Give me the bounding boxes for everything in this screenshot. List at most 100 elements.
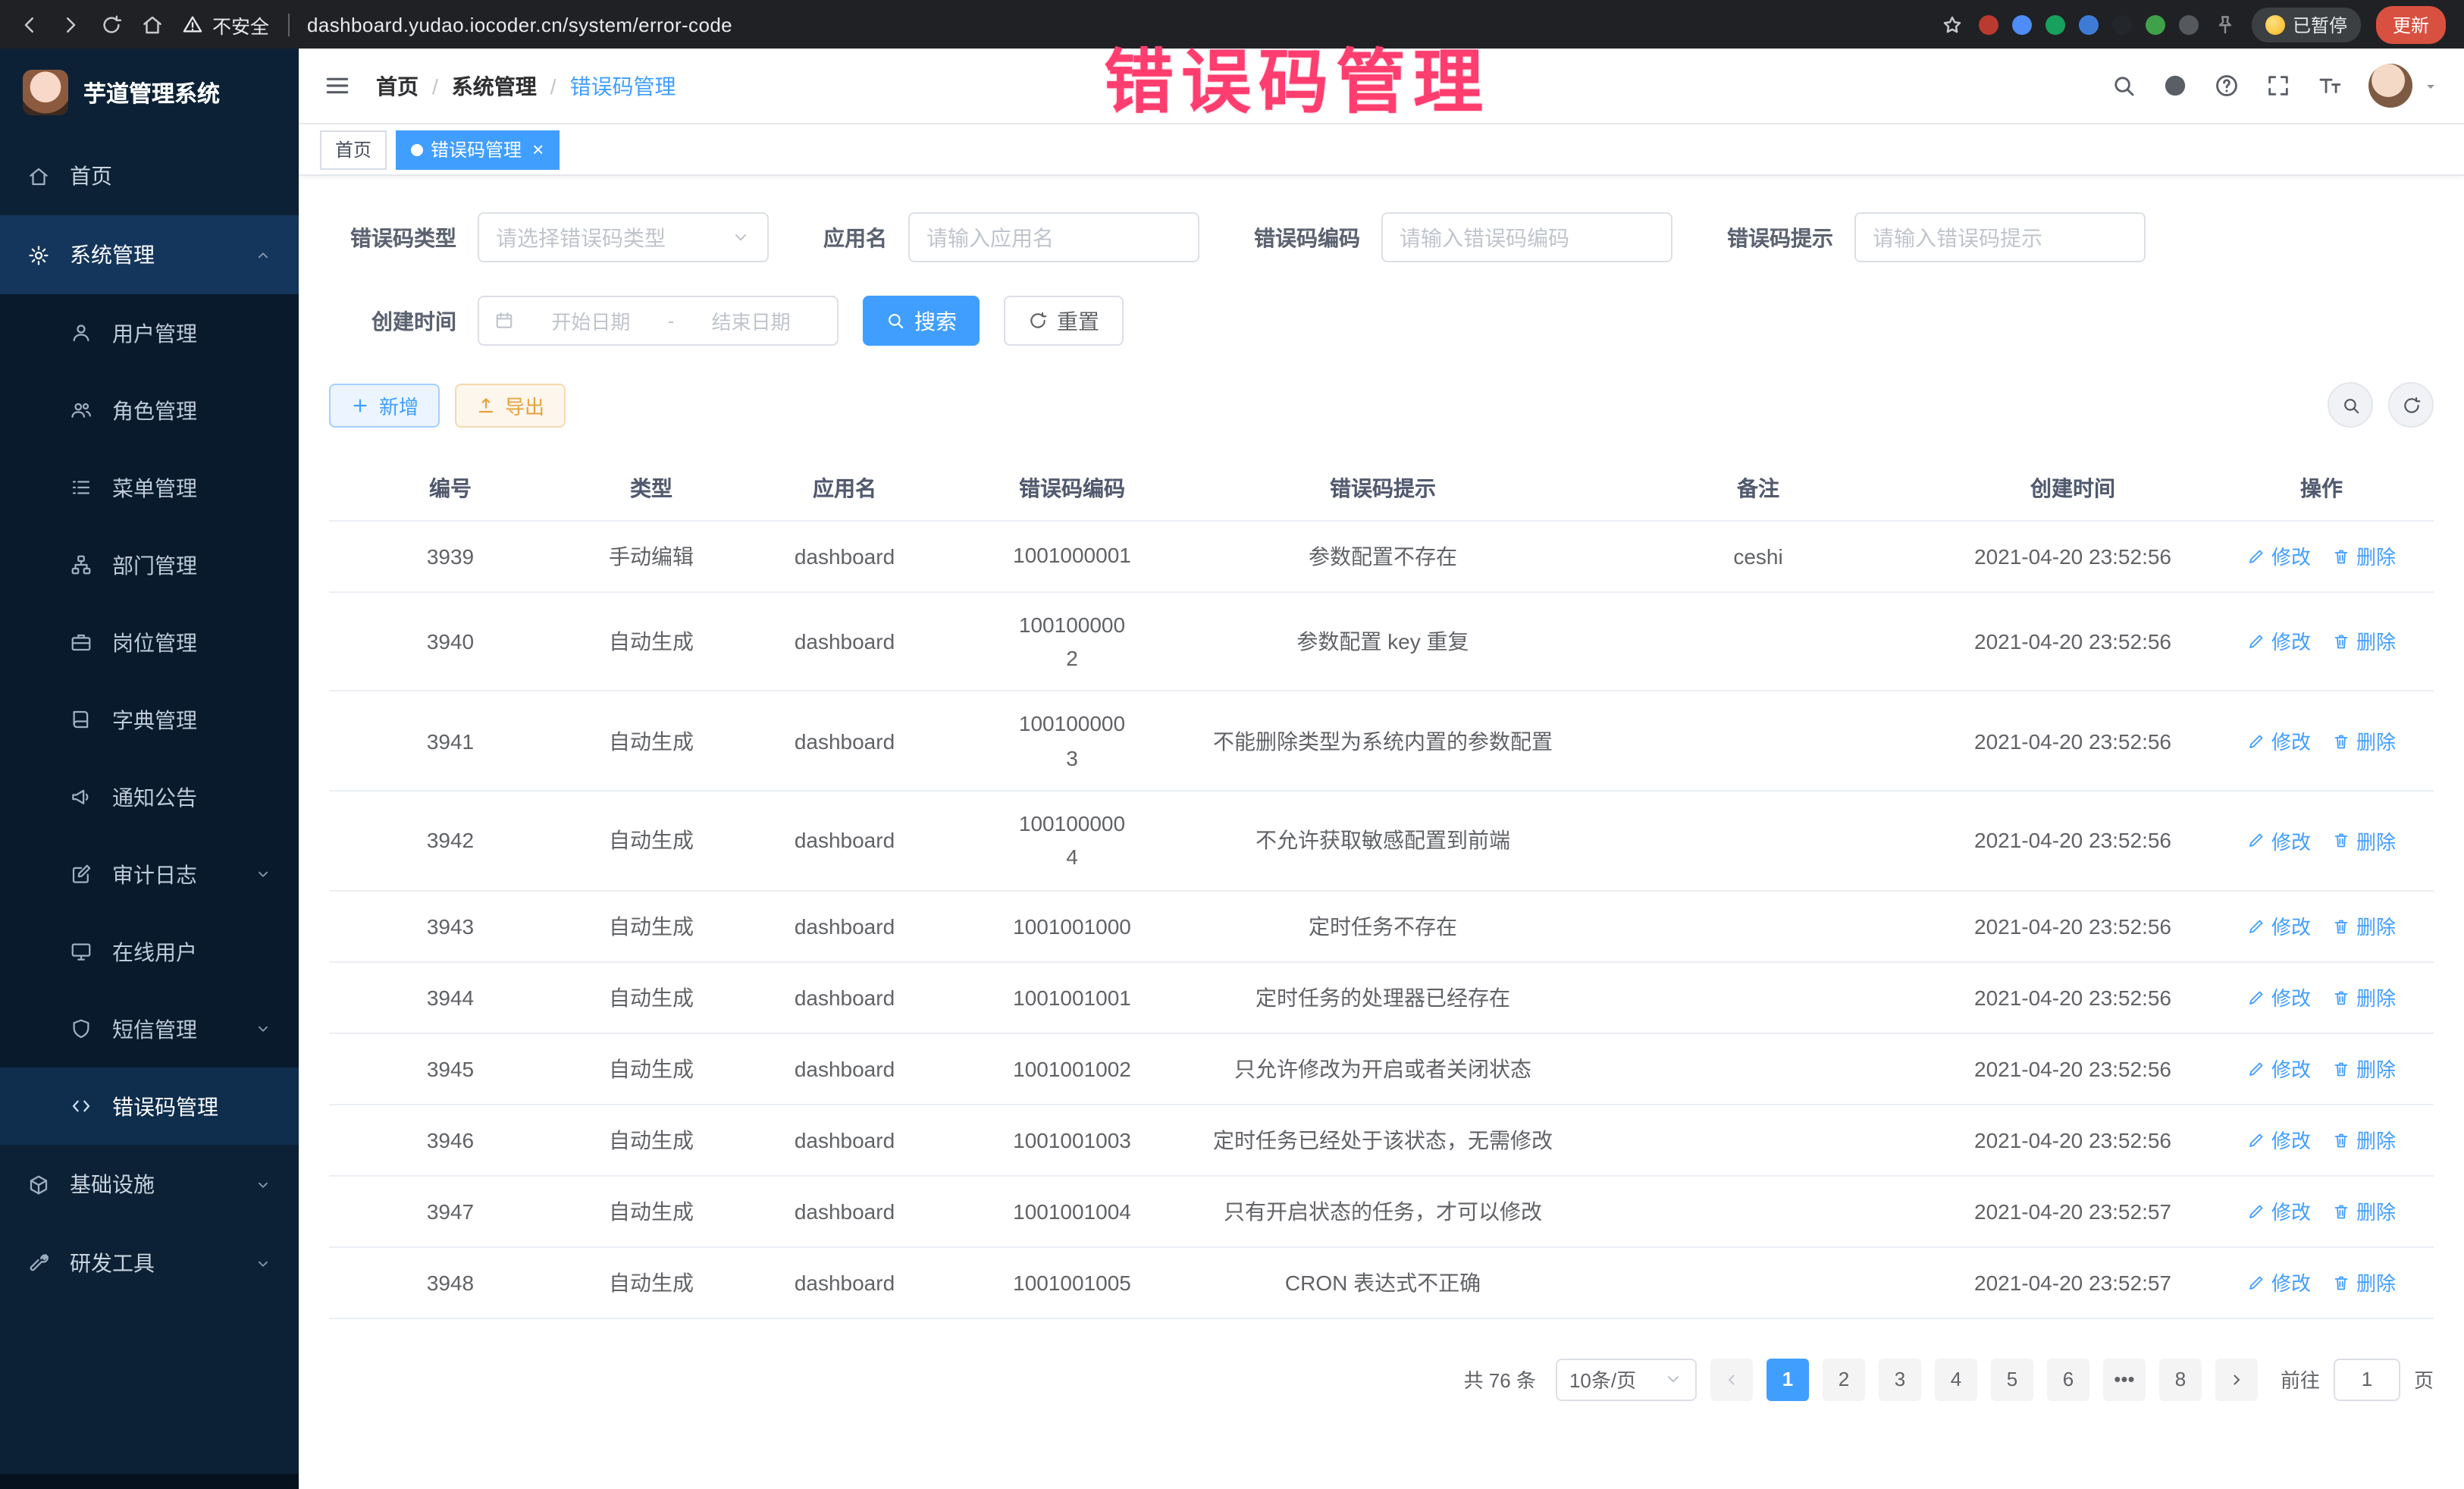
delete-link[interactable]: 删除 (2332, 1126, 2396, 1155)
search-icon[interactable] (2111, 73, 2136, 99)
delete-link[interactable]: 删除 (2332, 726, 2396, 755)
table-row: 3945自动生成dashboard1001001002只允许修改为开启或者关闭状… (329, 1033, 2434, 1105)
sidebar-item-depts[interactable]: 部门管理 (0, 526, 299, 603)
sidebar-item-error-codes[interactable]: 错误码管理 (0, 1067, 299, 1145)
delete-link[interactable]: 删除 (2332, 627, 2396, 656)
page-button-•••[interactable]: ••• (2103, 1359, 2146, 1401)
fullscreen-icon[interactable] (2265, 73, 2291, 99)
app-name-input[interactable] (908, 212, 1199, 262)
help-icon[interactable] (2214, 73, 2240, 99)
sidebar-item-home[interactable]: 首页 (0, 136, 299, 215)
prev-page-button[interactable] (1710, 1359, 1753, 1401)
sidebar-item-online-users[interactable]: 在线用户 (0, 913, 299, 990)
breadcrumb-home[interactable]: 首页 (376, 71, 419, 101)
sidebar-item-posts[interactable]: 岗位管理 (0, 603, 299, 681)
search-button[interactable]: 搜索 (863, 296, 980, 346)
sidebar-item-roles[interactable]: 角色管理 (0, 371, 299, 449)
pencil-icon (2247, 1202, 2265, 1221)
browser-home-icon[interactable] (141, 13, 164, 36)
edit-link[interactable]: 修改 (2247, 826, 2311, 855)
sidebar-item-dicts[interactable]: 字典管理 (0, 681, 299, 758)
pin-icon[interactable] (2214, 13, 2237, 36)
security-indicator[interactable]: 不安全 (182, 10, 269, 39)
edit-link[interactable]: 修改 (2247, 726, 2311, 755)
extension-icon[interactable] (2079, 14, 2099, 34)
page-button-2[interactable]: 2 (1823, 1359, 1865, 1401)
delete-link[interactable]: 删除 (2332, 1197, 2396, 1226)
cell-remark (1580, 791, 1936, 891)
breadcrumb-separator: / (432, 74, 438, 98)
update-button[interactable]: 更新 (2376, 5, 2446, 43)
edit-link[interactable]: 修改 (2247, 983, 2311, 1012)
sidebar-item-dev-tools[interactable]: 研发工具 (0, 1224, 299, 1302)
extension-icon[interactable] (2045, 14, 2065, 34)
font-size-icon[interactable] (2317, 73, 2343, 99)
export-button[interactable]: 导出 (455, 383, 566, 427)
cell-actions: 修改删除 (2209, 591, 2434, 691)
back-icon[interactable] (18, 13, 41, 36)
error-code-input[interactable] (1381, 212, 1672, 262)
forward-icon[interactable] (59, 13, 82, 36)
reload-icon[interactable] (100, 13, 123, 36)
show-search-button[interactable] (2328, 382, 2373, 428)
sidebar-item-users[interactable]: 用户管理 (0, 294, 299, 371)
address-bar[interactable]: dashboard.yudao.iocoder.cn/system/error-… (307, 13, 732, 36)
delete-link[interactable]: 删除 (2332, 912, 2396, 941)
edit-link[interactable]: 修改 (2247, 1055, 2311, 1083)
reset-button[interactable]: 重置 (1004, 296, 1124, 346)
add-button[interactable]: 新增 (329, 383, 440, 427)
edit-link[interactable]: 修改 (2247, 1197, 2311, 1226)
delete-link[interactable]: 删除 (2332, 826, 2396, 855)
sidebar-item-audit-logs[interactable]: 审计日志 (0, 835, 299, 913)
shield-icon (70, 1017, 92, 1040)
next-page-button[interactable] (2215, 1359, 2258, 1401)
cell-id: 3939 (329, 520, 572, 591)
close-icon[interactable]: × (532, 139, 544, 159)
sidebar-item-sms[interactable]: 短信管理 (0, 990, 299, 1067)
delete-link[interactable]: 删除 (2332, 983, 2396, 1012)
app-logo[interactable]: 芋道管理系统 (0, 49, 299, 136)
extension-icon[interactable] (2146, 14, 2165, 34)
extension-icon[interactable] (2012, 14, 2032, 34)
page-button-6[interactable]: 6 (2047, 1359, 2089, 1401)
edit-link[interactable]: 修改 (2247, 912, 2311, 941)
sidebar-item-infra[interactable]: 基础设施 (0, 1145, 299, 1224)
sidebar-item-notices[interactable]: 通知公告 (0, 758, 299, 835)
refresh-table-button[interactable] (2388, 382, 2434, 428)
delete-link[interactable]: 删除 (2332, 541, 2396, 570)
sidebar-collapse-bar[interactable] (0, 1474, 299, 1489)
tag-home[interactable]: 首页 (320, 130, 387, 169)
sidebar-item-system[interactable]: 系统管理 (0, 215, 299, 294)
extension-icon[interactable] (1979, 14, 1998, 34)
breadcrumb-system[interactable]: 系统管理 (452, 71, 537, 101)
date-range-picker[interactable]: 开始日期 - 结束日期 (478, 296, 839, 346)
goto-page-input[interactable] (2334, 1359, 2400, 1401)
page-button-1[interactable]: 1 (1766, 1359, 1809, 1401)
page-button-5[interactable]: 5 (1991, 1359, 2033, 1401)
cell-remark (1580, 1033, 1936, 1105)
error-type-select[interactable]: 请选择错误码类型 (478, 212, 769, 262)
edit-link[interactable]: 修改 (2247, 1126, 2311, 1155)
tag-error-code[interactable]: 错误码管理 × (396, 130, 559, 169)
edit-link[interactable]: 修改 (2247, 1268, 2311, 1297)
user-avatar[interactable] (2368, 64, 2440, 108)
page-button-4[interactable]: 4 (1935, 1359, 1977, 1401)
extension-icon[interactable] (2112, 14, 2132, 34)
github-icon[interactable] (2162, 73, 2188, 99)
error-message-input[interactable] (1854, 212, 2146, 262)
sidebar-item-menus[interactable]: 菜单管理 (0, 449, 299, 526)
page-button-3[interactable]: 3 (1879, 1359, 1921, 1401)
book-icon (70, 708, 92, 731)
paused-badge[interactable]: 已暂停 (2252, 7, 2361, 42)
edit-link[interactable]: 修改 (2247, 541, 2311, 570)
delete-link[interactable]: 删除 (2332, 1268, 2396, 1297)
sidebar-item-label: 系统管理 (70, 240, 155, 270)
edit-link[interactable]: 修改 (2247, 627, 2311, 656)
delete-link[interactable]: 删除 (2332, 1055, 2396, 1083)
bookmark-star-icon[interactable] (1941, 13, 1964, 36)
cell-message: 定时任务的处理器已经存在 (1186, 962, 1580, 1033)
sidebar-toggle-icon[interactable] (323, 71, 352, 100)
extension-icon[interactable] (2179, 14, 2199, 34)
page-size-select[interactable]: 10条/页 (1556, 1359, 1697, 1401)
page-button-8[interactable]: 8 (2159, 1359, 2202, 1401)
